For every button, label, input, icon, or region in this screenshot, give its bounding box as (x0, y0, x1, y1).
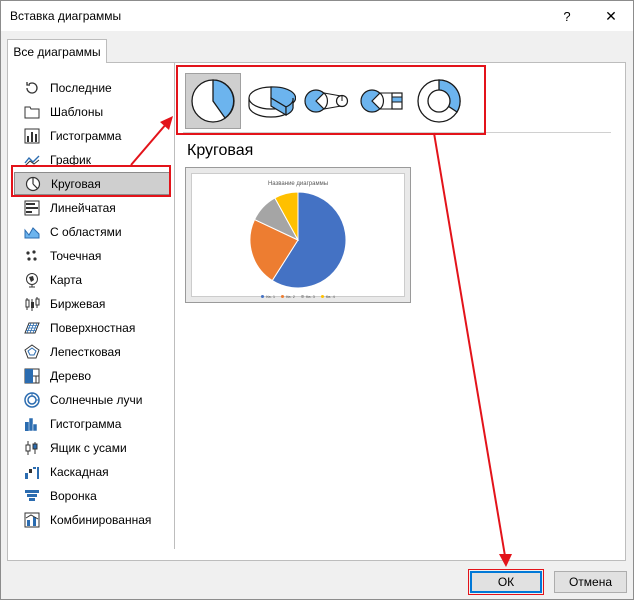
highlight-box-ok (468, 569, 544, 595)
chart-preview-canvas: Название диаграммы Кв. 1 Кв. 2 Кв. 3 Кв. 4 (191, 173, 405, 299)
preview-legend: Кв. 1 Кв. 2 Кв. 3 Кв. 4 (192, 294, 404, 299)
help-button[interactable]: ? (545, 1, 589, 31)
bar-chart-icon (24, 200, 40, 216)
sidebar-item-label: Дерево (50, 368, 92, 383)
legend-swatch (301, 295, 304, 298)
sidebar-item-label: Ящик с усами (50, 440, 127, 455)
sunburst-chart-icon (24, 391, 40, 408)
legend-swatch (281, 295, 285, 298)
legend-label: Кв. 4 (325, 294, 335, 299)
radar-chart-icon (24, 343, 40, 360)
preview-pie-chart (249, 191, 347, 289)
sidebar-item-label: Биржевая (50, 296, 106, 311)
map-chart-icon (24, 272, 40, 288)
surface-chart-icon (24, 320, 40, 336)
sidebar-item[interactable]: Последние (14, 76, 170, 99)
legend-item: Кв. 4 (320, 294, 335, 299)
area-chart-icon (24, 224, 40, 240)
chart-preview[interactable]: Название диаграммы Кв. 1 Кв. 2 Кв. 3 Кв. 4 (185, 167, 411, 303)
sidebar-item-label: Гистограмма (50, 128, 122, 143)
folder-icon (24, 104, 40, 120)
sidebar-item-label: Шаблоны (50, 104, 104, 119)
sidebar-item[interactable]: Гистограмма (14, 124, 170, 147)
sidebar-item-label: Точечная (50, 248, 102, 263)
sidebar-item[interactable]: Точечная (14, 244, 170, 267)
legend-label: Кв. 3 (306, 294, 315, 299)
combo-chart-icon (24, 512, 40, 528)
histogram-chart-icon (24, 416, 40, 432)
sidebar-item[interactable]: Солнечные лучи (14, 388, 170, 411)
sidebar-item-label: Каскадная (50, 464, 109, 479)
sidebar-item[interactable]: Дерево (14, 364, 170, 387)
dialog-title: Вставка диаграммы (10, 9, 122, 23)
sidebar-item-label: Воронка (50, 488, 97, 503)
legend-swatch (320, 295, 324, 298)
sidebar-item[interactable]: Биржевая (14, 292, 170, 315)
treemap-chart-icon (24, 368, 40, 384)
legend-label: Кв. 1 (266, 294, 276, 299)
sidebar-item[interactable]: Лепестковая (14, 340, 170, 363)
sidebar-item-label: С областями (50, 224, 122, 239)
sidebar-item[interactable]: Шаблоны (14, 100, 170, 123)
chart-type-list: Последние Шаблоны Гистограмма График Кругова… (8, 63, 175, 549)
sidebar-item-label: Последние (50, 80, 112, 95)
chart-type-heading: Круговая (187, 142, 254, 159)
sidebar-item-label: Линейчатая (50, 200, 116, 215)
sidebar-item[interactable]: Воронка (14, 484, 170, 507)
sidebar-item-label: Гистограмма (50, 416, 122, 431)
column-chart-icon (24, 128, 40, 144)
highlight-box-pie-category (11, 165, 171, 197)
legend-swatch (261, 295, 265, 298)
recent-icon (24, 80, 40, 96)
close-button[interactable]: ✕ (589, 1, 633, 31)
highlight-box-subtypes (176, 65, 486, 135)
title-bar: Вставка диаграммы ? ✕ (1, 1, 633, 31)
sidebar-item[interactable]: Ящик с усами (14, 436, 170, 459)
sidebar-item-label: Лепестковая (50, 344, 121, 359)
sidebar-item[interactable]: Линейчатая (14, 196, 170, 219)
waterfall-chart-icon (24, 464, 40, 480)
sidebar-item[interactable]: Поверхностная (14, 316, 170, 339)
legend-item: Кв. 2 (281, 294, 295, 299)
scatter-chart-icon (24, 248, 40, 264)
insert-chart-dialog: Вставка диаграммы ? ✕ Все диаграммы Посл… (0, 0, 634, 600)
legend-item: Кв. 1 (261, 294, 275, 299)
sidebar-item-label: Комбинированная (50, 512, 152, 527)
sidebar-item-label: Поверхностная (50, 320, 136, 335)
cancel-button[interactable]: Отмена (554, 571, 627, 593)
sidebar-item-label: Карта (50, 272, 83, 287)
boxwhisker-chart-icon (24, 440, 40, 456)
sidebar-item[interactable]: Гистограмма (14, 412, 170, 435)
sidebar-item[interactable]: Каскадная (14, 460, 170, 483)
tab-all-charts-label: Все диаграммы (13, 44, 101, 59)
sidebar-item[interactable]: Карта (14, 268, 170, 291)
charts-panel: Последние Шаблоны Гистограмма График Кругова… (7, 62, 626, 561)
tab-all-charts[interactable]: Все диаграммы (7, 39, 107, 63)
sidebar-item[interactable]: Комбинированная (14, 508, 170, 531)
sidebar-item[interactable]: С областями (14, 220, 170, 243)
legend-label: Кв. 2 (286, 294, 295, 299)
funnel-chart-icon (24, 488, 40, 504)
legend-item: Кв. 3 (301, 294, 315, 299)
sidebar-item-label: Солнечные лучи (50, 392, 143, 407)
stock-chart-icon (24, 296, 40, 312)
